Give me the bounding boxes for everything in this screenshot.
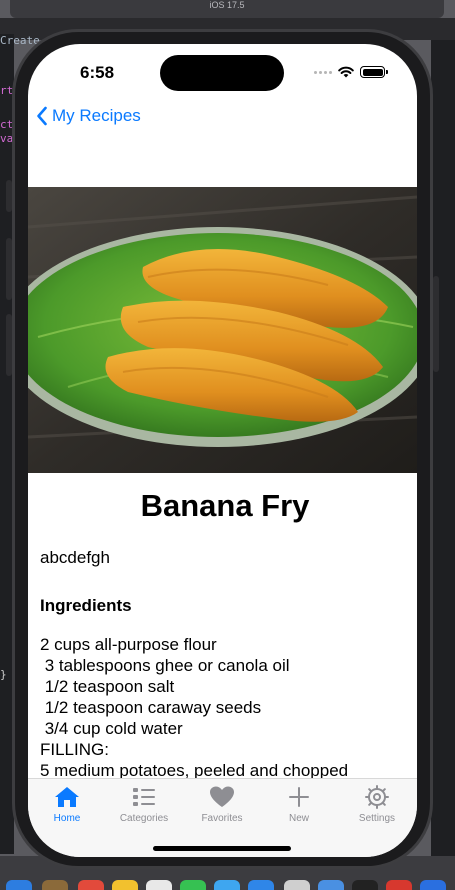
back-button-label: My Recipes <box>52 106 141 125</box>
dynamic-island <box>160 55 284 91</box>
house-icon <box>55 787 79 807</box>
dock-app-icon[interactable] <box>386 880 412 890</box>
simulator-title: iOS 17.5 <box>209 0 245 10</box>
phone-power-button <box>433 276 439 372</box>
battery-icon <box>360 66 388 78</box>
status-time: 6:58 <box>80 63 115 82</box>
tab-new[interactable]: New <box>264 785 334 824</box>
dock-app-icon[interactable] <box>42 880 68 890</box>
tab-bar: Home Categories Favorites New Settings <box>28 778 417 857</box>
tab-favorites[interactable]: Favorites <box>187 785 257 824</box>
wifi-icon <box>338 66 354 78</box>
dock-app-icon[interactable] <box>146 880 172 890</box>
xcode-right-edge <box>431 40 455 860</box>
tab-new-label: New <box>288 813 309 824</box>
dock-app-icon[interactable] <box>6 880 32 890</box>
ingredient-item: FILLING: <box>40 740 109 759</box>
dock-app-icon[interactable] <box>248 880 274 890</box>
recipe-content: Banana Fry abcdefgh Ingredients 2 cups a… <box>40 474 410 781</box>
tab-home[interactable]: Home <box>32 785 102 824</box>
dock-app-icon[interactable] <box>180 880 206 890</box>
dock-app-icon[interactable] <box>78 880 104 890</box>
list-icon <box>133 788 155 806</box>
recipe-title: Banana Fry <box>140 488 310 523</box>
heart-icon <box>210 786 234 807</box>
status-indicators <box>314 66 388 78</box>
tab-categories[interactable]: Categories <box>109 785 179 824</box>
phone-screen: 6:58 My Recipes Banana Fry abcdefgh Ingr… <box>28 44 417 857</box>
cellular-signal-icon <box>314 70 332 74</box>
recipe-description: abcdefgh <box>40 548 110 567</box>
recipe-image <box>28 187 417 473</box>
tab-home-label: Home <box>53 813 81 824</box>
plus-icon <box>289 787 309 807</box>
tab-settings-label: Settings <box>358 813 396 824</box>
tab-favorites-label: Favorites <box>201 813 243 824</box>
chevron-left-icon <box>37 106 47 126</box>
ingredient-item: 1/2 teaspoon salt <box>40 677 175 696</box>
xcode-code-fragment: } <box>0 668 7 681</box>
dock-app-icon[interactable] <box>284 880 310 890</box>
dock-app-icon[interactable] <box>352 880 378 890</box>
gear-icon <box>365 785 389 809</box>
tab-settings[interactable]: Settings <box>342 785 412 824</box>
ingredients-list: 2 cups all-purpose flour 3 tablespoons g… <box>40 634 410 781</box>
ingredient-item: 1/2 teaspoon caraway seeds <box>40 698 262 717</box>
dock-app-icon[interactable] <box>318 880 344 890</box>
ingredient-item: 2 cups all-purpose flour <box>40 635 217 654</box>
tab-categories-label: Categories <box>119 813 169 824</box>
home-indicator <box>153 846 291 851</box>
dock-app-icon[interactable] <box>112 880 138 890</box>
ingredient-item: 3 tablespoons ghee or canola oil <box>40 656 290 675</box>
simulator-title-bar: iOS 17.5 <box>10 0 444 18</box>
ingredients-heading: Ingredients <box>40 596 132 615</box>
dock-app-icon[interactable] <box>214 880 240 890</box>
ingredient-item: 3/4 cup cold water <box>40 719 183 738</box>
back-button[interactable]: My Recipes <box>36 106 141 126</box>
dock-app-icon[interactable] <box>420 880 446 890</box>
